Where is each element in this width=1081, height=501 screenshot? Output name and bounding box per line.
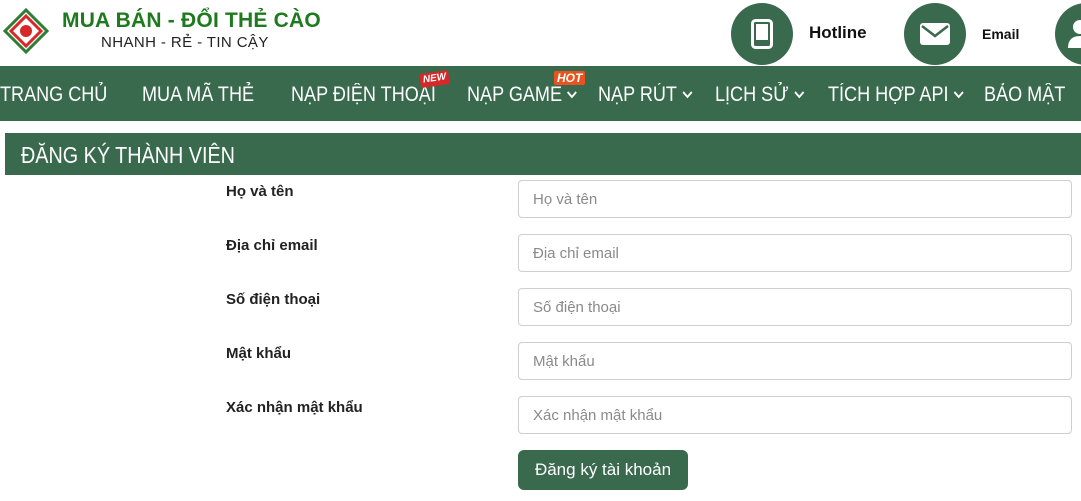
site-header: MUA BÁN - ĐỔI THẺ CÀO NHANH - RẺ - TIN C… bbox=[0, 0, 1081, 66]
nav-item-nap-dien-thoai[interactable]: NẠP ĐIỆN THOẠI bbox=[291, 66, 436, 121]
fullname-input[interactable] bbox=[518, 180, 1072, 218]
hotline-button[interactable] bbox=[731, 3, 793, 65]
chevron-down-icon bbox=[953, 91, 964, 99]
email-button[interactable] bbox=[904, 3, 966, 65]
chevron-down-icon bbox=[794, 91, 804, 99]
hotline-label[interactable]: Hotline bbox=[809, 23, 867, 43]
email-input[interactable] bbox=[518, 234, 1072, 272]
nav-item-label: NẠP GAME bbox=[467, 83, 563, 106]
nav-item-label: BẢO MẬT bbox=[984, 83, 1066, 106]
register-button[interactable]: Đăng ký tài khoản bbox=[518, 450, 688, 490]
hot-badge: HOT bbox=[554, 71, 586, 85]
phone-icon bbox=[751, 19, 773, 49]
mail-icon bbox=[920, 23, 950, 45]
page-title: ĐĂNG KÝ THÀNH VIÊN bbox=[21, 142, 235, 168]
fullname-label: Họ và tên bbox=[226, 183, 294, 200]
email-field-label: Địa chỉ email bbox=[226, 237, 318, 254]
nav-item-label: LỊCH SỬ bbox=[715, 83, 789, 106]
logo-icon[interactable] bbox=[3, 8, 49, 54]
main-nav: TRANG CHỦ MUA MÃ THẺ NẠP ĐIỆN THOẠI NẠP … bbox=[0, 66, 1081, 121]
chevron-down-icon bbox=[682, 91, 693, 99]
chevron-down-icon bbox=[567, 91, 578, 99]
nav-item-nap-rut[interactable]: NẠP RÚT bbox=[598, 66, 693, 121]
nav-item-label: NẠP ĐIỆN THOẠI bbox=[291, 83, 436, 106]
confirm-password-label: Xác nhận mật khẩu bbox=[226, 399, 363, 416]
nav-item-trang-chu[interactable]: TRANG CHỦ bbox=[0, 66, 107, 121]
nav-item-bao-mat[interactable]: BẢO MẬT bbox=[984, 66, 1065, 121]
nav-item-mua-ma-the[interactable]: MUA MÃ THẺ bbox=[142, 66, 254, 121]
nav-item-label: TÍCH HỢP API bbox=[828, 83, 949, 106]
brand-title[interactable]: MUA BÁN - ĐỔI THẺ CÀO bbox=[62, 9, 321, 33]
user-icon bbox=[1068, 20, 1081, 48]
nav-item-label: MUA MÃ THẺ bbox=[142, 83, 255, 106]
section-header: ĐĂNG KÝ THÀNH VIÊN bbox=[5, 133, 1081, 175]
password-input[interactable] bbox=[518, 342, 1072, 380]
phone-label: Số điện thoại bbox=[226, 291, 321, 308]
password-label: Mật khẩu bbox=[226, 345, 292, 362]
phone-input[interactable] bbox=[518, 288, 1072, 326]
nav-item-label: TRANG CHỦ bbox=[0, 83, 108, 106]
email-label[interactable]: Email bbox=[982, 26, 1019, 42]
brand-tagline: NHANH - RẺ - TIN CẬY bbox=[101, 34, 269, 51]
nav-item-label: NẠP RÚT bbox=[598, 83, 677, 106]
nav-item-tich-hop-api[interactable]: TÍCH HỢP API bbox=[828, 66, 964, 121]
account-button[interactable] bbox=[1055, 3, 1081, 65]
confirm-password-input[interactable] bbox=[518, 396, 1072, 434]
nav-item-lich-su[interactable]: LỊCH SỬ bbox=[715, 66, 804, 121]
